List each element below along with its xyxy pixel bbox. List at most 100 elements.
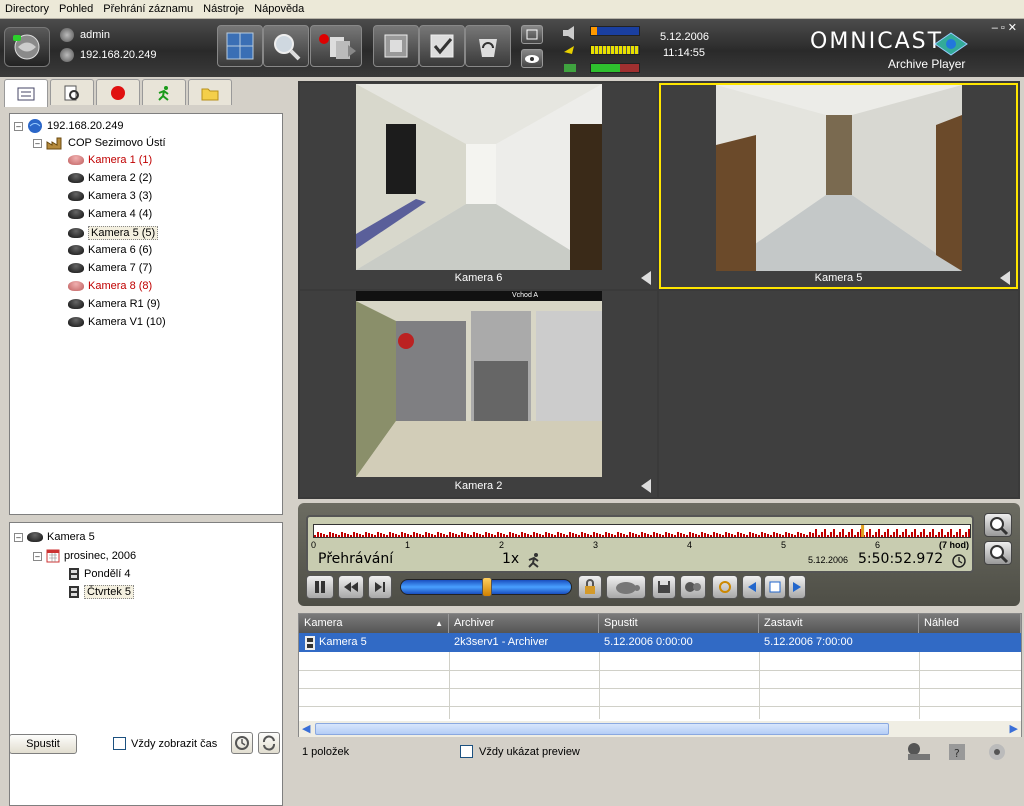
always-show-time-checkbox[interactable] [113, 737, 126, 750]
tree-item-camera[interactable]: Kamera 6 (6) [68, 244, 152, 256]
tree-node-site[interactable]: – COP Sezimovo Ústí [33, 136, 166, 150]
always-preview-checkbox[interactable] [460, 745, 473, 758]
tree-item-camera[interactable]: Kamera 2 (2) [68, 172, 152, 184]
rewind-button[interactable] [338, 575, 364, 599]
scroll-right-icon[interactable]: ▶ [1010, 722, 1018, 735]
table-row[interactable]: Kamera 5 2k3serv1 - Archiver 5.12.2006 0… [299, 633, 1021, 652]
tree-item-camera[interactable]: Kamera 5 (5) [68, 226, 159, 240]
tree-item-camera[interactable]: Kamera 4 (4) [68, 208, 152, 220]
timeline-bar[interactable] [313, 524, 971, 538]
window-controls[interactable]: –▫✕ [992, 21, 1020, 34]
mic-level [590, 45, 640, 55]
volume-level[interactable] [590, 26, 640, 36]
menu-directory[interactable]: Directory [0, 3, 54, 15]
tab-motion[interactable] [142, 79, 186, 105]
disc-icon[interactable] [986, 742, 1008, 762]
next-frame-button[interactable] [368, 575, 392, 599]
save-button[interactable] [652, 575, 676, 599]
video-tile-4-empty[interactable] [659, 291, 1018, 497]
recording-segment [458, 535, 460, 537]
scroll-left-icon[interactable]: ◀ [302, 722, 310, 735]
pause-button[interactable] [306, 575, 334, 599]
scroll-thumb[interactable] [315, 723, 889, 735]
bookmark-button[interactable] [764, 575, 786, 599]
recording-segment [833, 529, 835, 537]
menu-nastroje[interactable]: Nástroje [198, 3, 249, 15]
recording-segment [380, 533, 382, 537]
tree-item-camera[interactable]: Kamera V1 (10) [68, 316, 166, 328]
recording-segment [923, 529, 925, 537]
projector-icon[interactable] [904, 742, 932, 762]
recording-segment [452, 533, 454, 537]
column-header-preview[interactable]: Náhled [919, 614, 1021, 633]
tree-item-camera[interactable]: Kamera 7 (7) [68, 262, 152, 274]
menu-prehrani[interactable]: Přehrání záznamu [98, 3, 198, 15]
horizontal-scrollbar[interactable]: ◀ ▶ [299, 721, 1021, 737]
zoom-in-button[interactable] [984, 513, 1012, 537]
zoom-out-button[interactable] [984, 541, 1012, 565]
tree-node-archive-camera[interactable]: – Kamera 5 [14, 531, 95, 543]
tab-search[interactable] [50, 79, 94, 105]
video-tile-3[interactable]: Vchod A Kamera 2 [300, 291, 657, 497]
sync-button[interactable] [258, 732, 280, 754]
column-header-stop[interactable]: Zastavit [759, 614, 919, 633]
tile-menu-arrow-icon[interactable] [641, 271, 651, 285]
fullscreen-button[interactable] [521, 25, 543, 44]
recording-segment [362, 535, 364, 537]
collapse-toggle[interactable]: – [14, 121, 23, 131]
layout-button[interactable] [217, 25, 263, 67]
connection-button[interactable] [4, 27, 50, 67]
tree-item-camera[interactable]: Kamera 3 (3) [68, 190, 152, 202]
recording-segment [725, 532, 727, 537]
help-doc-icon[interactable]: ? [946, 742, 968, 762]
tree-node-day[interactable]: Pondělí 4 [68, 567, 130, 581]
record-playback-button[interactable] [310, 25, 362, 67]
start-button[interactable]: Spustit [9, 734, 77, 754]
panel-splitter[interactable] [9, 515, 283, 522]
tree-item-camera[interactable]: Kamera 8 (8) [68, 280, 152, 292]
tree-item-camera[interactable]: Kamera R1 (9) [68, 298, 160, 310]
column-header-start[interactable]: Spustit [599, 614, 759, 633]
prev-bookmark-button[interactable] [742, 575, 762, 599]
loop-button[interactable] [712, 575, 738, 599]
recording-segment [419, 534, 421, 537]
export-button[interactable] [680, 575, 706, 599]
tab-record[interactable] [96, 79, 140, 105]
recording-segment [512, 533, 514, 537]
column-header-archiver[interactable]: Archiver [449, 614, 599, 633]
view-button[interactable] [521, 49, 543, 68]
video-tile-1[interactable]: Kamera 6 [300, 83, 657, 289]
column-header-camera[interactable]: Kamera ▲ [299, 614, 449, 633]
menu-pohled[interactable]: Pohled [54, 3, 98, 15]
tree-node-month[interactable]: – prosinec, 2006 [33, 549, 136, 563]
timeline-tick-label: 5 [781, 540, 787, 550]
collapse-toggle[interactable]: – [33, 551, 42, 561]
tile-menu-arrow-icon[interactable] [1000, 271, 1010, 285]
tree-node-day[interactable]: Čtvrtek 5 [68, 585, 135, 599]
recording-segment [368, 533, 370, 537]
film-icon [305, 636, 315, 650]
lock-button[interactable] [578, 575, 602, 599]
tree-node-server[interactable]: – 192.168.20.249 [14, 118, 123, 134]
tab-files[interactable] [188, 79, 232, 105]
menu-napoveda[interactable]: Nápověda [249, 3, 309, 15]
history-button[interactable] [231, 732, 253, 754]
tasks-button[interactable] [419, 25, 465, 67]
video-tile-2-active[interactable]: Kamera 5 [659, 83, 1018, 289]
search-button[interactable] [263, 25, 309, 67]
collapse-toggle[interactable]: – [14, 532, 23, 542]
tile-menu-arrow-icon[interactable] [641, 479, 651, 493]
speed-slider-knob[interactable] [482, 577, 492, 597]
speed-slider[interactable] [400, 577, 572, 597]
next-bookmark-button[interactable] [788, 575, 806, 599]
slow-motion-button[interactable] [606, 575, 646, 599]
collapse-toggle[interactable]: – [33, 138, 42, 148]
snapshot-button[interactable] [373, 25, 419, 67]
camera-icon [68, 245, 84, 255]
refresh-button[interactable] [465, 25, 511, 67]
tab-cameras[interactable] [4, 79, 48, 107]
step-forward-icon [375, 582, 385, 592]
recording-segment [815, 529, 817, 537]
recording-segment [794, 535, 796, 537]
tree-item-camera[interactable]: Kamera 1 (1) [68, 154, 152, 166]
